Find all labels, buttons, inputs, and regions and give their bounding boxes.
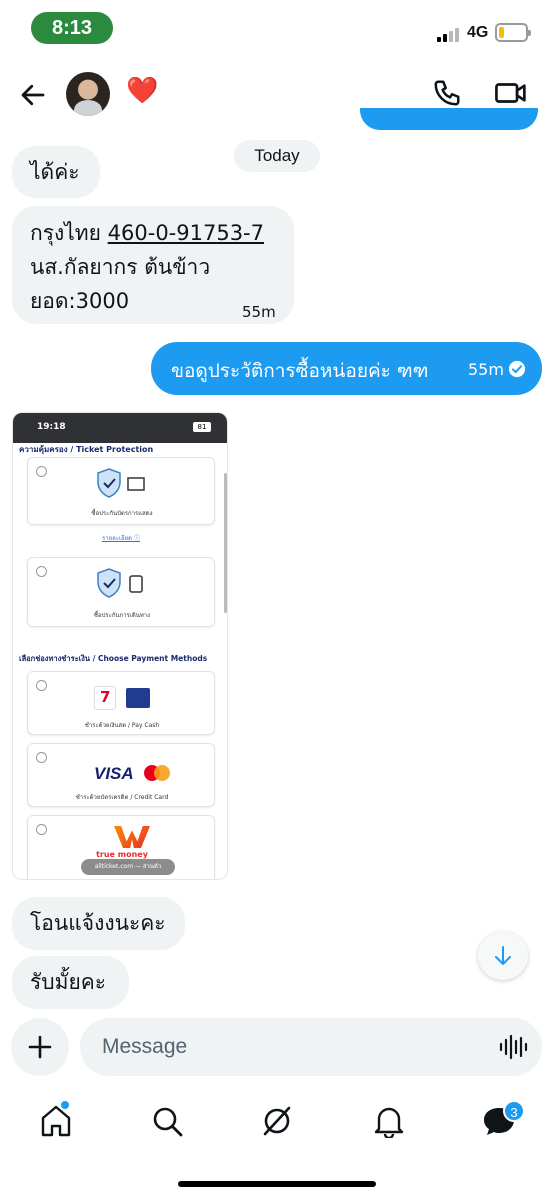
battery-icon	[495, 23, 531, 42]
message-text: ขอดูประวัติการซื้อหน่อยค่ะ ฑฑ	[171, 360, 429, 382]
radio-icon	[36, 680, 47, 691]
mastercard-icon-overlap	[154, 765, 170, 781]
message-bubble-incoming[interactable]: ได้ค่ะ	[12, 146, 100, 198]
voice-wave-icon[interactable]	[498, 1032, 528, 1062]
home-notification-dot	[61, 1101, 69, 1109]
message-bubble-outgoing[interactable]: ขอดูประวัติการซื้อหน่อยค่ะ ฑฑ 55m	[151, 342, 542, 395]
message-bubble-incoming[interactable]: โอนแจ้งงนะคะ	[12, 897, 185, 950]
counter-service-icon	[126, 688, 150, 708]
search-icon[interactable]	[149, 1104, 185, 1138]
truemoney-icon	[114, 826, 150, 848]
shield-luggage-icon	[97, 568, 143, 598]
contact-emoji: ❤️	[126, 76, 159, 106]
radio-icon	[36, 752, 47, 763]
visa-logo: VISA	[94, 764, 134, 783]
transfer-amount: ยอด:3000	[30, 289, 130, 313]
attachment-caption: ซื้อประกันบัตรการแสดง	[91, 510, 153, 517]
message-text: รับมั้ยคะ	[30, 970, 107, 994]
avatar[interactable]	[66, 72, 110, 116]
message-placeholder: Message	[102, 1035, 188, 1058]
attachment-option-card: ชำระด้วยเงินสด / Pay Cash	[27, 671, 215, 735]
date-separator: Today	[234, 140, 320, 172]
scroll-to-bottom-button[interactable]	[478, 932, 528, 980]
video-camera-icon[interactable]	[494, 78, 528, 108]
message-bubble-incoming[interactable]: รับมั้ยคะ	[12, 956, 129, 1009]
attachment-option-card: ซื้อประกันการเดินทาง	[27, 557, 215, 627]
radio-icon	[36, 824, 47, 835]
plus-icon	[28, 1035, 52, 1059]
home-indicator	[178, 1181, 376, 1187]
previous-message-bubble[interactable]	[360, 108, 538, 130]
message-input[interactable]: Message	[80, 1018, 542, 1076]
attachment-url-chip: allticket.com — ส่วนตัว	[81, 859, 175, 875]
messages-badge: 3	[503, 1100, 525, 1122]
status-time: 8:13	[31, 12, 113, 44]
account-holder: นส.กัลยากร ต้นข้าว	[30, 255, 211, 279]
notifications-icon[interactable]	[371, 1104, 407, 1138]
attachment-caption: ชำระด้วยบัตรเครดิต / Credit Card	[75, 794, 169, 801]
radio-icon	[36, 566, 47, 577]
attachment-section-title: เลือกช่องทางชำระเงิน / Choose Payment Me…	[19, 654, 208, 663]
shield-ticket-icon	[97, 468, 145, 498]
attachment-banner: ความคุ้มครอง / Ticket Protection	[13, 443, 227, 457]
attachment-option-card: ซื้อประกันบัตรการแสดง	[27, 457, 215, 525]
attachment-caption: ชำระด้วยเงินสด / Pay Cash	[84, 722, 160, 729]
seven-eleven-icon	[94, 686, 116, 710]
add-attachment-button[interactable]	[11, 1018, 69, 1076]
message-bubble-incoming[interactable]: กรุงไทย 460-0-91753-7 นส.กัลยากร ต้นข้าว…	[12, 206, 294, 324]
grok-icon[interactable]	[259, 1104, 295, 1138]
phone-icon[interactable]	[432, 78, 462, 108]
account-number-link[interactable]: 460-0-91753-7	[108, 221, 264, 245]
radio-icon	[36, 466, 47, 477]
network-label: 4G	[467, 24, 489, 41]
message-timestamp: 55m	[468, 360, 504, 379]
bank-name: กรุงไทย	[30, 221, 101, 245]
message-text: โอนแจ้งงนะคะ	[30, 911, 166, 935]
attachment-option-card: VISA ชำระด้วยบัตรเครดิต / Credit Card	[27, 743, 215, 807]
status-bar: 8:13 4G	[0, 0, 554, 56]
signal-icon	[437, 26, 463, 42]
home-icon[interactable]	[38, 1104, 74, 1138]
truemoney-logo: true money	[96, 850, 148, 859]
image-attachment[interactable]: 19:18 81 ความคุ้มครอง / Ticket Protectio…	[12, 412, 228, 880]
attachment-caption: ซื้อประกันการเดินทาง	[93, 612, 151, 619]
check-circle-icon	[508, 360, 526, 378]
attachment-details-link: รายละเอียด ⓘ	[102, 535, 140, 542]
message-text: ได้ค่ะ	[30, 160, 80, 184]
attachment-status-bar: 19:18 81	[13, 413, 227, 443]
attachment-battery: 81	[193, 422, 211, 432]
attachment-time: 19:18	[37, 422, 66, 432]
arrow-left-icon[interactable]	[18, 80, 48, 110]
attachment-scrollbar	[224, 473, 227, 613]
message-timestamp: 55m	[242, 303, 276, 321]
